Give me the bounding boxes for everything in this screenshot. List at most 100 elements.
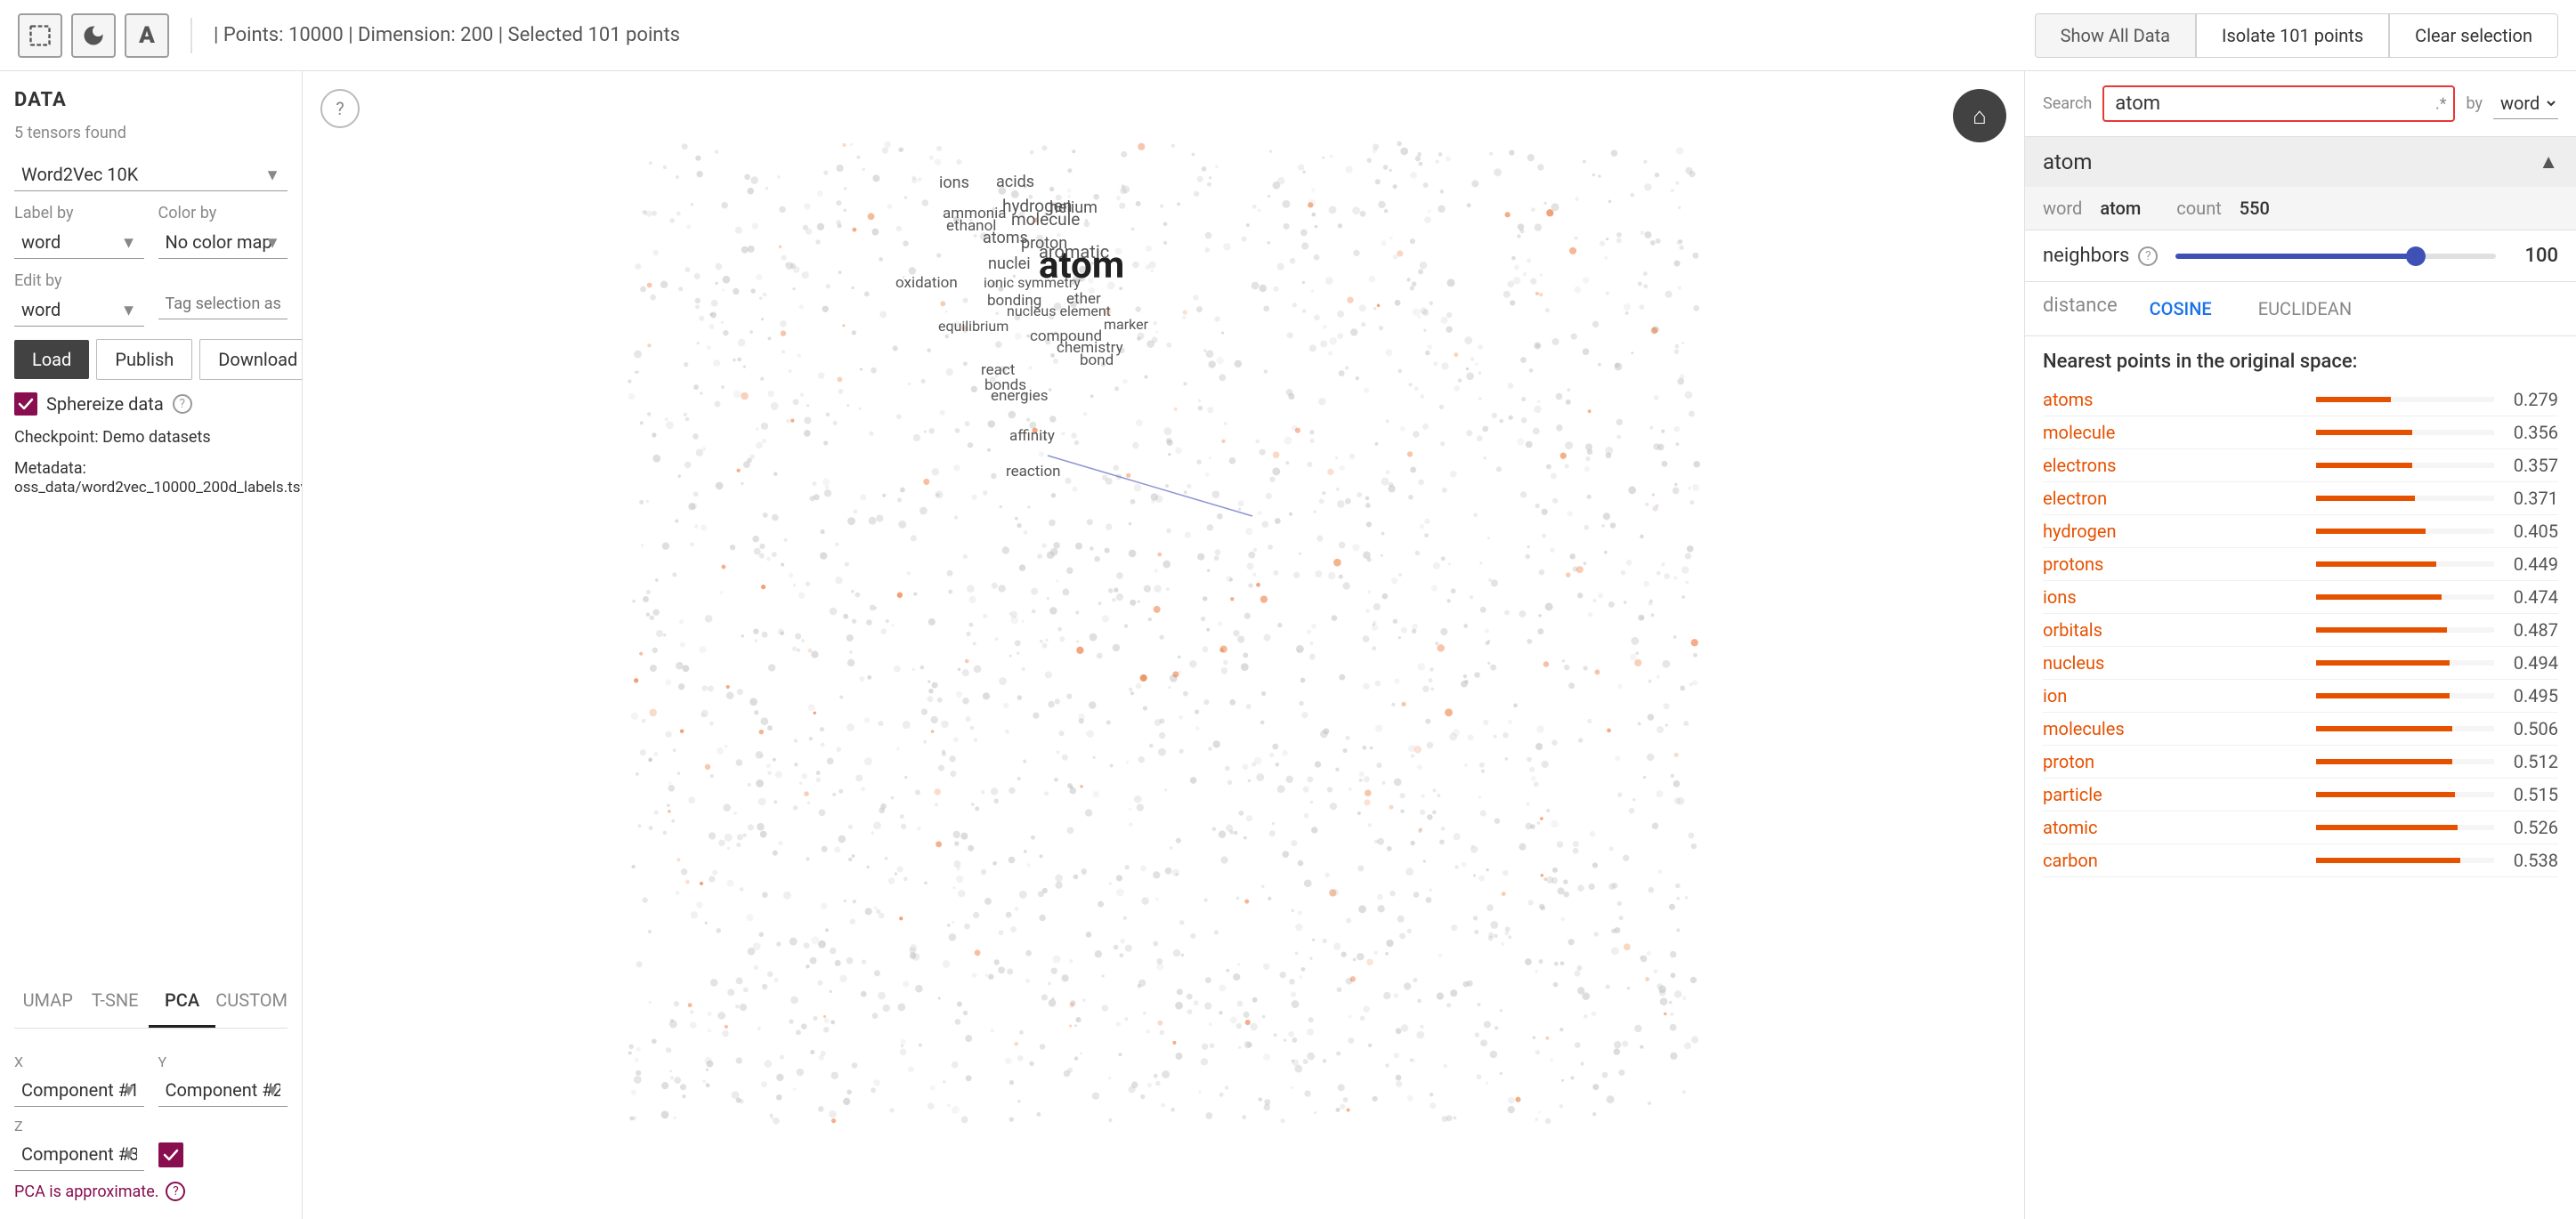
svg-text:acids: acids: [996, 173, 1034, 191]
nearest-item[interactable]: ion 0.495: [2043, 680, 2558, 713]
nearest-item[interactable]: atoms 0.279: [2043, 383, 2558, 416]
nearest-item[interactable]: particle 0.515: [2043, 779, 2558, 811]
label-by-select[interactable]: word: [14, 226, 144, 259]
pca-z-row: Z Component #3 ▼: [14, 1118, 288, 1171]
color-by-select[interactable]: No color map: [158, 226, 288, 259]
nearest-item-name: particle: [2043, 784, 2305, 805]
show-all-data-button[interactable]: Show All Data: [2035, 13, 2196, 58]
pca-hint-help-icon[interactable]: ?: [166, 1182, 185, 1201]
download-button[interactable]: Download: [199, 339, 303, 380]
night-mode-icon[interactable]: [71, 13, 116, 58]
pca-z-label: Z: [14, 1118, 144, 1134]
nearest-item-name: molecule: [2043, 422, 2305, 443]
nearest-bar: [2316, 660, 2450, 666]
pca-y-col: Y Component #2 ▼: [158, 1054, 288, 1107]
pca-z-checkbox[interactable]: [158, 1142, 183, 1167]
select-box-icon[interactable]: [18, 13, 62, 58]
sidebar-buttons: Load Publish Download Label: [14, 339, 288, 380]
distance-label: distance: [2043, 295, 2118, 317]
nearest-item[interactable]: protons 0.449: [2043, 548, 2558, 581]
sphereize-label: Sphereize data: [46, 393, 164, 415]
neighbors-value: 100: [2514, 245, 2558, 267]
atom-card-header[interactable]: atom ▲: [2025, 137, 2576, 187]
nearest-item[interactable]: electrons 0.357: [2043, 449, 2558, 482]
tab-custom[interactable]: CUSTOM: [215, 975, 288, 1028]
search-section: Search .* by word: [2025, 71, 2576, 137]
home-button[interactable]: ⌂: [1953, 89, 2006, 142]
nearest-item-score: 0.279: [2505, 389, 2558, 410]
sphereize-help-icon[interactable]: ?: [173, 394, 192, 414]
color-by-col: Color by No color map ▼: [158, 204, 288, 259]
neighbors-slider-thumb: [2406, 246, 2426, 266]
nearest-bar-wrapper: [2316, 792, 2494, 797]
nearest-item[interactable]: hydrogen 0.405: [2043, 515, 2558, 548]
label-by-label: Label by: [14, 204, 144, 222]
tab-pca[interactable]: PCA: [149, 975, 215, 1028]
sidebar-title: DATA: [14, 89, 288, 111]
nearest-item[interactable]: ions 0.474: [2043, 581, 2558, 614]
search-row: Search .* by word: [2043, 85, 2558, 122]
checkpoint-row: Checkpoint: Demo datasets: [14, 428, 288, 447]
svg-text:bond: bond: [1080, 351, 1114, 369]
by-select[interactable]: word: [2493, 88, 2558, 119]
nearest-item[interactable]: carbon 0.538: [2043, 844, 2558, 877]
dataset-select[interactable]: Word2Vec 10K: [14, 158, 288, 191]
atom-card-body: word atom count 550: [2025, 187, 2576, 230]
label-by-wrapper: word ▼: [14, 226, 144, 259]
pca-z-select[interactable]: Component #3: [14, 1138, 144, 1171]
euclidean-button[interactable]: EUCLIDEAN: [2244, 293, 2366, 325]
atom-card-collapse-icon[interactable]: ▲: [2539, 150, 2558, 174]
edit-by-select[interactable]: word: [14, 294, 144, 327]
nearest-item-score: 0.357: [2505, 455, 2558, 476]
search-input-wrapper: .*: [2102, 85, 2455, 122]
nearest-section: Nearest points in the original space: at…: [2025, 336, 2576, 892]
tab-t-sne[interactable]: T-SNE: [81, 975, 148, 1028]
publish-button[interactable]: Publish: [96, 339, 192, 380]
pca-z-wrapper: Component #3 ▼: [14, 1138, 144, 1171]
count-key: count: [2176, 198, 2222, 219]
nearest-item[interactable]: electron 0.371: [2043, 482, 2558, 515]
nearest-bar-wrapper: [2316, 660, 2494, 666]
color-by-label: Color by: [158, 204, 288, 222]
nearest-item[interactable]: atomic 0.526: [2043, 811, 2558, 844]
sphereize-checkbox[interactable]: [14, 392, 37, 416]
nearest-bar: [2316, 529, 2426, 534]
nearest-bar-wrapper: [2316, 430, 2494, 435]
isolate-button[interactable]: Isolate 101 points: [2196, 13, 2389, 58]
label-icon[interactable]: A: [125, 13, 169, 58]
nearest-item[interactable]: orbitals 0.487: [2043, 614, 2558, 647]
atom-card: atom ▲ word atom count 550: [2025, 137, 2576, 230]
nearest-bar-wrapper: [2316, 726, 2494, 731]
svg-text:affinity: affinity: [1009, 427, 1055, 445]
label-color-row: Label by word ▼ Color by No color map ▼: [14, 204, 288, 259]
nearest-item-name: electrons: [2043, 455, 2305, 476]
nearest-item-name: ion: [2043, 685, 2305, 706]
nearest-bar-wrapper: [2316, 397, 2494, 402]
nearest-item-score: 0.494: [2505, 652, 2558, 674]
nearest-item[interactable]: molecule 0.356: [2043, 416, 2558, 449]
svg-text:nuclei: nuclei: [988, 254, 1031, 273]
pca-x-select[interactable]: Component #1: [14, 1074, 144, 1107]
tag-input[interactable]: [158, 289, 288, 319]
count-value: 550: [2240, 198, 2270, 219]
canvas-help-icon[interactable]: ?: [320, 89, 360, 128]
neighbors-row: neighbors ? 100: [2043, 245, 2558, 267]
svg-text:ether: ether: [1066, 290, 1101, 308]
nearest-item[interactable]: molecules 0.506: [2043, 713, 2558, 746]
nearest-item-score: 0.515: [2505, 784, 2558, 805]
cosine-button[interactable]: COSINE: [2135, 293, 2226, 325]
nearest-bar-wrapper: [2316, 627, 2494, 633]
clear-selection-button[interactable]: Clear selection: [2389, 13, 2558, 58]
load-button[interactable]: Load: [14, 340, 89, 379]
nearest-bar: [2316, 693, 2450, 698]
pca-y-select[interactable]: Component #2: [158, 1074, 288, 1107]
svg-text:atoms: atoms: [983, 229, 1028, 247]
nearest-item[interactable]: nucleus 0.494: [2043, 647, 2558, 680]
nearest-bar-wrapper: [2316, 825, 2494, 830]
neighbors-slider-track: [2175, 254, 2496, 259]
nearest-item-name: nucleus: [2043, 652, 2305, 674]
nearest-item[interactable]: proton 0.512: [2043, 746, 2558, 779]
tab-umap[interactable]: UMAP: [14, 975, 81, 1028]
nearest-item-score: 0.356: [2505, 422, 2558, 443]
search-input[interactable]: [2115, 93, 2442, 115]
